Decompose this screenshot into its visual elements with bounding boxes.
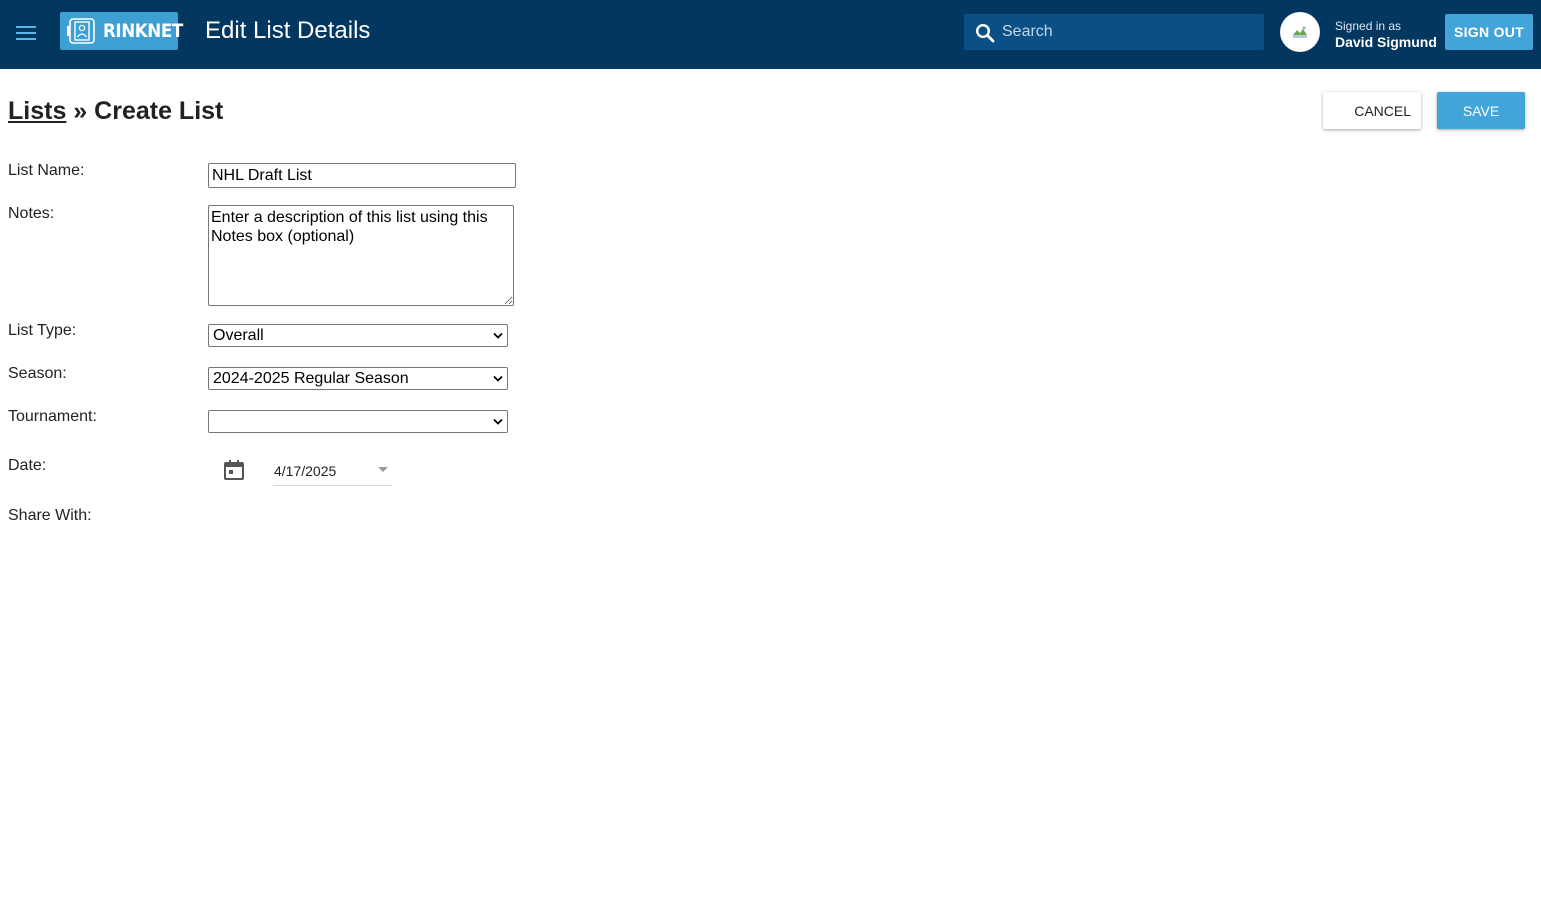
date-label: Date: xyxy=(8,457,47,474)
logo-icon xyxy=(67,18,95,44)
tournament-select[interactable] xyxy=(208,410,508,433)
menu-icon[interactable] xyxy=(14,22,38,44)
breadcrumb-current: Create List xyxy=(94,97,224,125)
logo-text: RINKNET xyxy=(103,20,183,42)
list-type-select[interactable]: Overall xyxy=(208,324,508,347)
season-select[interactable]: 2024-2025 Regular Season xyxy=(208,367,508,390)
tournament-label: Tournament: xyxy=(8,408,97,425)
save-button[interactable]: SAVE xyxy=(1437,92,1525,129)
app-bar: RINKNET Edit List Details Signed in as D… xyxy=(0,0,1541,69)
breadcrumb-separator: » xyxy=(66,97,95,125)
chevron-down-icon xyxy=(378,467,388,472)
list-name-input[interactable] xyxy=(208,163,516,188)
notes-label: Notes: xyxy=(8,205,55,222)
page-title: Edit List Details xyxy=(205,17,371,44)
calendar-icon[interactable] xyxy=(223,459,245,481)
season-label: Season: xyxy=(8,365,67,382)
notes-textarea[interactable]: Enter a description of this list using t… xyxy=(208,205,514,306)
search-box[interactable] xyxy=(964,14,1264,50)
sign-out-button[interactable]: SIGN OUT xyxy=(1445,14,1533,50)
search-icon xyxy=(975,23,995,43)
signed-in-label: Signed in as xyxy=(1335,19,1402,33)
search-input[interactable] xyxy=(1002,14,1257,50)
date-value: 4/17/2025 xyxy=(274,463,337,479)
rinknet-logo[interactable]: RINKNET xyxy=(60,12,183,50)
avatar-image-icon xyxy=(1293,26,1307,38)
chevron-down-icon xyxy=(493,332,503,339)
season-value: 2024-2025 Regular Season xyxy=(213,370,409,387)
avatar[interactable] xyxy=(1280,12,1320,52)
share-with-label: Share With: xyxy=(8,507,92,524)
user-name: David Sigmund xyxy=(1335,34,1437,50)
chevron-down-icon xyxy=(493,375,503,382)
breadcrumb: Lists » Create List xyxy=(8,97,223,126)
list-name-label: List Name: xyxy=(8,162,85,179)
list-type-label: List Type: xyxy=(8,322,77,339)
list-type-value: Overall xyxy=(213,327,264,344)
date-picker[interactable]: 4/17/2025 xyxy=(273,457,392,486)
breadcrumb-lists-link[interactable]: Lists xyxy=(8,97,66,125)
chevron-down-icon xyxy=(493,418,503,425)
cancel-button[interactable]: CANCEL xyxy=(1323,92,1421,129)
